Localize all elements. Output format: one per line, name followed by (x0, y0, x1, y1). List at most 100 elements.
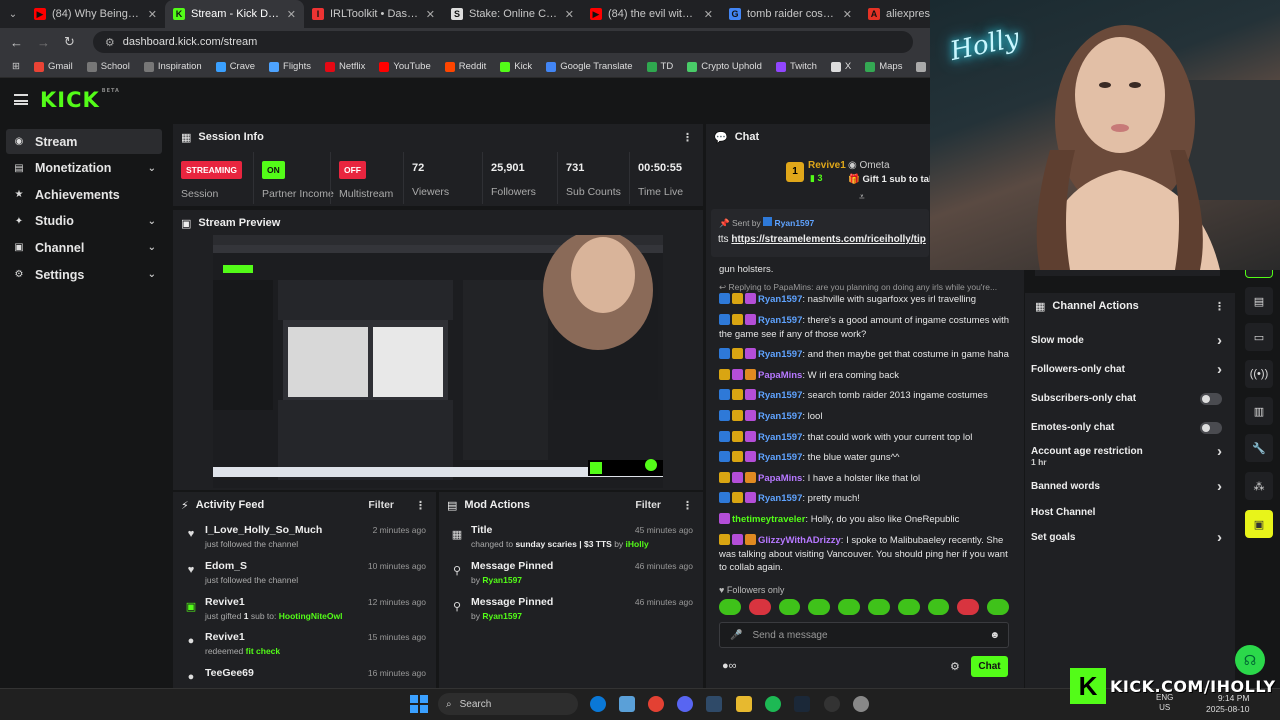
bookmark-item[interactable]: Netflix (325, 61, 365, 72)
emote-picker-icon[interactable]: ☻ (989, 630, 1000, 641)
tab-close-icon[interactable]: ✕ (843, 8, 852, 21)
chat-username[interactable]: PapaMins (758, 473, 802, 484)
emote-icon[interactable] (867, 599, 890, 615)
browser-tab[interactable]: ▶ (84) Why Being a Medieva ✕ (26, 0, 165, 28)
bookmark-item[interactable]: Inspiration (143, 61, 202, 72)
obs-icon[interactable] (824, 696, 840, 712)
file-explorer-icon[interactable] (736, 696, 752, 712)
chat-input[interactable]: 🎤 Send a message ☻ (719, 622, 1009, 648)
apps-icon[interactable]: ⊞ (12, 61, 20, 72)
forward-icon[interactable]: → (37, 35, 50, 50)
tab-search-icon[interactable]: ⌄ (0, 0, 26, 28)
emote-icon[interactable] (748, 599, 771, 615)
feed-item[interactable]: ♥ I_Love_Holly_So_Much just followed the c… (173, 524, 436, 560)
bookmark-item[interactable]: Crave (215, 61, 255, 72)
tab-close-icon[interactable]: ✕ (426, 8, 435, 21)
channel-action-followers-only-chat[interactable]: Followers-only chat › (1031, 361, 1226, 378)
browser-tab[interactable]: S Stake: Online Casino & Sp ✕ (443, 0, 582, 28)
toggle-switch[interactable] (1200, 393, 1222, 405)
app-icon[interactable] (706, 696, 722, 712)
detail-user[interactable]: Ryan1597 (482, 611, 522, 621)
emote-icon[interactable] (927, 599, 950, 615)
chat-username[interactable]: Ryan1597 (758, 452, 802, 463)
emote-icon[interactable] (897, 599, 920, 615)
feed-item[interactable]: ⚲ Message Pinned by Ryan1597 46 minutes ago (439, 560, 703, 596)
start-icon[interactable] (410, 695, 428, 713)
bookmark-item[interactable]: Crypto Uphold (687, 61, 762, 72)
bookmark-item[interactable]: Maps (865, 61, 902, 72)
browser-tab[interactable]: Gtomb raider cosplay - Goo ✕ (721, 0, 860, 28)
chat-username[interactable]: Ryan1597 (758, 432, 802, 443)
chat-username[interactable]: Ryan1597 (758, 493, 802, 504)
edge-icon[interactable] (590, 696, 606, 712)
sidebar-item-monetization[interactable]: ▤ Monetization ⌄ (6, 156, 162, 181)
bookmark-item[interactable]: YouTube (379, 61, 431, 72)
sidebar-item-channel[interactable]: ▣ Channel ⌄ (6, 235, 162, 260)
store-icon[interactable] (619, 696, 635, 712)
reload-icon[interactable]: ↻ (64, 34, 75, 50)
feed-item[interactable]: ● Revive1 redeemed fit check 15 minutes ago (173, 631, 436, 667)
detail-user[interactable]: fit check (246, 646, 281, 656)
mod-filter-button[interactable]: Filter (635, 499, 661, 511)
sidebar-item-settings[interactable]: ⚙ Settings ⌄ (6, 262, 162, 287)
wrench-icon[interactable]: 🔧 (1245, 434, 1273, 462)
detail-user[interactable]: HootingNiteOwl (279, 611, 343, 621)
mod-more-icon[interactable]: ⋮ (682, 499, 693, 512)
chrome-icon[interactable] (648, 696, 664, 712)
taskbar-search[interactable]: ⌕ Search (438, 693, 578, 715)
emote-icon[interactable] (719, 599, 741, 615)
chevron-right-icon[interactable]: › (1217, 361, 1222, 378)
chat-settings-icon[interactable]: ⚙ (950, 660, 960, 673)
send-chat-button[interactable]: Chat (971, 656, 1008, 677)
emote-icon[interactable] (778, 599, 801, 615)
bookmark-item[interactable]: Reddit (444, 61, 486, 72)
browser-tab[interactable]: K Stream - Kick Dashboard ✕ (165, 0, 304, 28)
channel-action-slow-mode[interactable]: Slow mode › (1031, 332, 1226, 349)
bookmark-item[interactable]: School (86, 61, 130, 72)
feed-item[interactable]: ♥ Edom_S just followed the channel 10 minut… (173, 560, 436, 596)
chat-username[interactable]: GlizzyWithADrizzy (758, 535, 841, 546)
channel-action-host-channel[interactable]: Host Channel (1031, 507, 1226, 518)
channel-action-emotes-only-chat[interactable]: Emotes-only chat (1031, 422, 1226, 434)
pinned-link[interactable]: https://streamelements.com/riceiholly/ti… (731, 234, 926, 245)
pinned-message[interactable]: 📌 Sent by Ryan1597 tts https://streamele… (711, 209, 929, 257)
activity-filter-button[interactable]: Filter (368, 499, 394, 511)
channel-actions-more-icon[interactable]: ⋮ (1214, 300, 1225, 313)
chat-username[interactable]: Ryan1597 (758, 315, 802, 326)
chat-username[interactable]: thetimeytraveler (732, 514, 805, 525)
sidebar-item-studio[interactable]: ✦ Studio ⌄ (6, 209, 162, 234)
emote-icon[interactable] (957, 599, 980, 615)
kick-logo[interactable]: KICK BETA (40, 88, 120, 112)
tab-close-icon[interactable]: ✕ (148, 8, 157, 21)
document-icon[interactable]: ▤ (1245, 287, 1273, 315)
feed-item[interactable]: ▦ Title changed to sunday scaries | $3 TTS… (439, 524, 703, 560)
broadcast-icon[interactable]: ((•)) (1245, 360, 1273, 388)
browser-tab[interactable]: I IRLToolkit • Dashboard ✕ (304, 0, 443, 28)
tab-close-icon[interactable]: ✕ (565, 8, 574, 21)
site-info-icon[interactable]: ⚙ (105, 36, 115, 49)
chat-username[interactable]: Ryan1597 (758, 349, 802, 360)
bookmark-item[interactable]: Kick (500, 61, 532, 72)
top-gifter-box[interactable]: 1 Revive1 ▮ 3 ◉ Ometa 🎁 Gift 1 sub to ta… (786, 160, 940, 190)
sidebar-item-stream[interactable]: ◉ Stream (6, 129, 162, 154)
spotify-icon[interactable] (765, 696, 781, 712)
collapse-gifters-icon[interactable]: ⩡ (859, 192, 865, 203)
settings-icon[interactable] (853, 696, 869, 712)
browser-tab[interactable]: ▶ (84) the evil within trailer ✕ (582, 0, 721, 28)
nodes-icon[interactable]: ⁂ (1245, 472, 1273, 500)
bookmark-item[interactable]: Google Translate (546, 61, 633, 72)
bookmark-item[interactable]: Flights (269, 61, 311, 72)
chevron-right-icon[interactable]: › (1217, 529, 1222, 546)
chevron-down-icon[interactable]: ⌄ (148, 163, 156, 174)
feed-item[interactable]: ▣ Revive1 just gifted 1 sub to: HootingNit… (173, 596, 436, 632)
chevron-down-icon[interactable]: ⌄ (148, 242, 156, 253)
channel-action-set-goals[interactable]: Set goals › (1031, 529, 1226, 546)
tab-close-icon[interactable]: ✕ (704, 8, 713, 21)
toggle-switch[interactable] (1200, 422, 1222, 434)
back-icon[interactable]: ← (10, 35, 23, 50)
bookmark-item[interactable]: X (830, 61, 851, 72)
clapper-icon[interactable]: ▣ (1245, 510, 1273, 538)
activity-more-icon[interactable]: ⋮ (415, 499, 426, 512)
bookmark-item[interactable]: TD (646, 61, 673, 72)
bookmark-item[interactable]: Gmail (33, 61, 73, 72)
